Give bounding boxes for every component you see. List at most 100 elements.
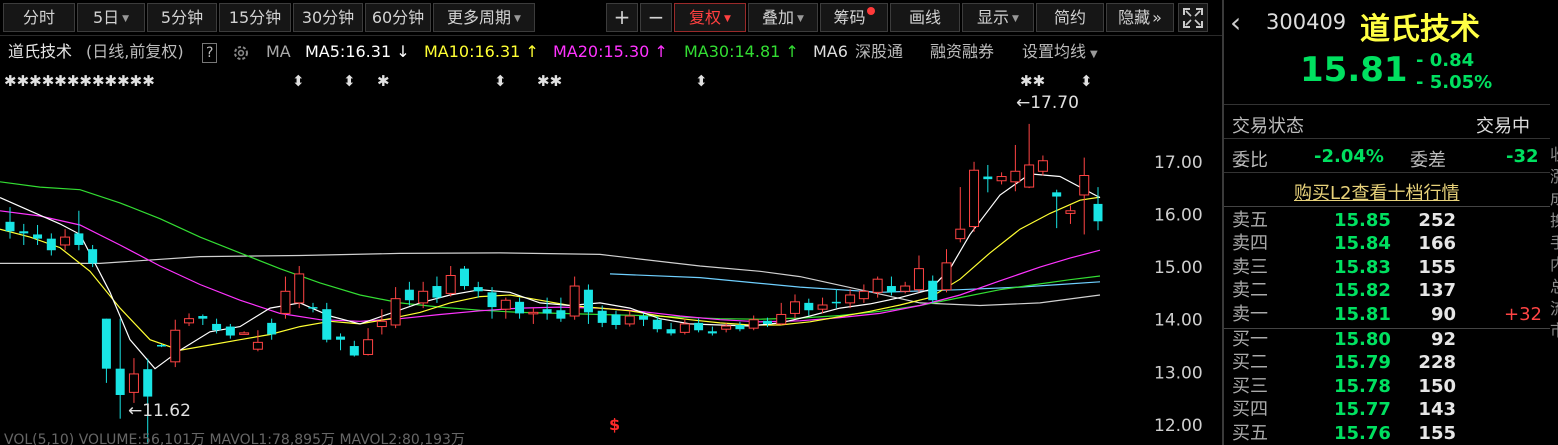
sell-level-label: 卖五 <box>1232 210 1268 231</box>
chart-mode-label: (日线,前复权) <box>86 42 184 61</box>
candle-body <box>390 298 401 326</box>
chip-label: 筹码 <box>833 8 866 27</box>
event-marker: ⬍ <box>343 72 356 90</box>
candle <box>33 224 43 245</box>
event-marker: ✱✱ <box>537 72 562 90</box>
candle <box>1010 144 1021 192</box>
buy-level-price[interactable]: 15.80 <box>1334 329 1391 351</box>
buy-level-price[interactable]: 15.78 <box>1334 376 1391 398</box>
candle-body <box>1065 210 1076 214</box>
sell-level-label: 卖四 <box>1232 233 1268 255</box>
price-axis-tick: 14.00 <box>1154 311 1203 331</box>
draw-line-button[interactable]: 画线 <box>890 3 960 32</box>
simple-mode-button[interactable]: 简约 <box>1036 3 1104 32</box>
candle-body <box>88 249 98 264</box>
star-markers: ✱✱✱✱✱✱✱✱✱✱✱✱ <box>4 72 155 90</box>
candle-body <box>156 344 166 347</box>
zoom-out-button[interactable]: − <box>640 3 672 32</box>
candle-body <box>666 329 676 334</box>
candle-body <box>583 289 593 313</box>
candle <box>500 297 511 319</box>
period-tab-15min[interactable]: 15分钟 <box>219 3 291 32</box>
price-axis-tick: 16.00 <box>1154 205 1203 225</box>
candle-body <box>721 325 732 330</box>
candle-body <box>941 262 952 291</box>
candle <box>294 266 305 309</box>
period-tab-5day[interactable]: 5日 ▼ <box>77 3 145 32</box>
weibi-label: 委比 <box>1232 150 1268 171</box>
candle-body <box>679 323 690 333</box>
event-marker: ✱✱ <box>1020 72 1045 90</box>
hide-panel-button[interactable]: 隐藏» <box>1106 3 1174 32</box>
buy-level-volume: 155 <box>1418 422 1456 444</box>
chevron-down-icon: ▼ <box>122 14 130 24</box>
ma-settings-dropdown[interactable]: 设置均线 ▼ <box>1022 38 1098 69</box>
candle <box>487 287 497 319</box>
notification-dot-icon <box>866 7 875 15</box>
period-tab-more-label: 更多周期 <box>447 8 512 27</box>
back-chevron-icon[interactable]: ‹ <box>1230 6 1241 39</box>
sell-level-price[interactable]: 15.81 <box>1334 304 1391 326</box>
candle <box>624 310 635 327</box>
candle <box>569 276 580 320</box>
sell-level-price[interactable]: 15.85 <box>1334 210 1391 232</box>
event-marker: ⬍ <box>1080 72 1093 90</box>
zoom-in-button[interactable]: + <box>606 3 638 32</box>
buy-level-price[interactable]: 15.79 <box>1334 352 1391 374</box>
fuquan-dropdown[interactable]: 复权 ▼ <box>674 3 746 32</box>
buy-level-price[interactable]: 15.77 <box>1334 399 1391 421</box>
overlay-dropdown[interactable]: 叠加 ▼ <box>748 3 818 32</box>
candle-body <box>542 309 552 314</box>
help-button[interactable]: ? <box>202 43 218 63</box>
candlestick-chart[interactable]: ✱✱✱✱✱✱✱✱✱✱✱✱ ⬍ ⬍ ✱ ⬍ ✱✱ ⬍ ✱✱ ⬍ 17.00 16.00 15.00 14… <box>0 66 1222 445</box>
period-tab-30min[interactable]: 30分钟 <box>293 3 363 32</box>
candle <box>115 318 125 419</box>
margin-trading-link[interactable]: 融资融券 <box>930 38 994 66</box>
candle <box>1037 155 1048 176</box>
weicha-value: -32 <box>1506 146 1539 167</box>
arrow-up-icon: ↑ <box>785 42 799 61</box>
period-tab-more[interactable]: 更多周期 ▼ <box>433 3 535 32</box>
candle-body <box>1010 170 1021 183</box>
current-price: 15.81 <box>1300 50 1408 90</box>
candle-body <box>1052 192 1062 197</box>
buy-l2-link[interactable]: 购买L2查看十档行情 <box>1294 179 1459 205</box>
event-marker-icon[interactable]: $ <box>609 415 620 434</box>
candle <box>886 276 896 296</box>
period-tab-60min[interactable]: 60分钟 <box>365 3 431 32</box>
truncated-info-char: 内 <box>1550 254 1558 276</box>
candle-body <box>432 286 442 298</box>
candle <box>804 298 814 316</box>
chevron-down-icon: ▼ <box>724 14 731 24</box>
candle-body <box>252 341 263 350</box>
candle <box>515 297 525 319</box>
ma10-value: MA10:16.31 ↑ <box>424 38 539 66</box>
ma20-line <box>0 210 1101 323</box>
sell-level-price[interactable]: 15.83 <box>1334 257 1391 279</box>
display-dropdown[interactable]: 显示 ▼ <box>962 3 1034 32</box>
sell-level-price[interactable]: 15.84 <box>1334 233 1391 255</box>
buy-level-price[interactable]: 15.76 <box>1334 423 1391 445</box>
candle <box>322 302 332 343</box>
period-tab-intraday[interactable]: 分时 <box>3 3 75 32</box>
candle <box>376 309 387 335</box>
chart-top-markers: ✱✱✱✱✱✱✱✱✱✱✱✱ ⬍ ⬍ ✱ ⬍ ✱✱ ⬍ ✱✱ ⬍ <box>4 72 1093 90</box>
fullscreen-button[interactable] <box>1178 3 1208 32</box>
buy-level-volume: 143 <box>1418 399 1456 421</box>
ma-legend-bar: 道氏技术 (日线,前复权) ? MA MA5:16.31 ↓ MA10:16.3… <box>0 38 1222 66</box>
candle-body <box>363 339 374 355</box>
period-tab-5min[interactable]: 5分钟 <box>147 3 217 32</box>
candle <box>721 322 732 333</box>
shenguto-link[interactable]: 深股通 <box>855 38 903 66</box>
price-axis: 17.00 16.00 15.00 14.00 13.00 12.00 <box>1154 153 1203 436</box>
chevron-down-icon: ▼ <box>1012 14 1019 24</box>
candle <box>679 318 690 335</box>
sell-level-price[interactable]: 15.82 <box>1334 280 1391 302</box>
sell-level-volume: 137 <box>1418 280 1456 302</box>
stock-name-label: 道氏技术 <box>8 42 73 61</box>
chevron-down-icon: ▼ <box>1090 49 1098 60</box>
stock-name: 道氏技术 <box>1360 12 1480 47</box>
candle-body <box>955 228 966 240</box>
ma5-value: MA5:16.31 ↓ <box>305 38 410 66</box>
chip-distribution-button[interactable]: 筹码 <box>820 3 888 32</box>
